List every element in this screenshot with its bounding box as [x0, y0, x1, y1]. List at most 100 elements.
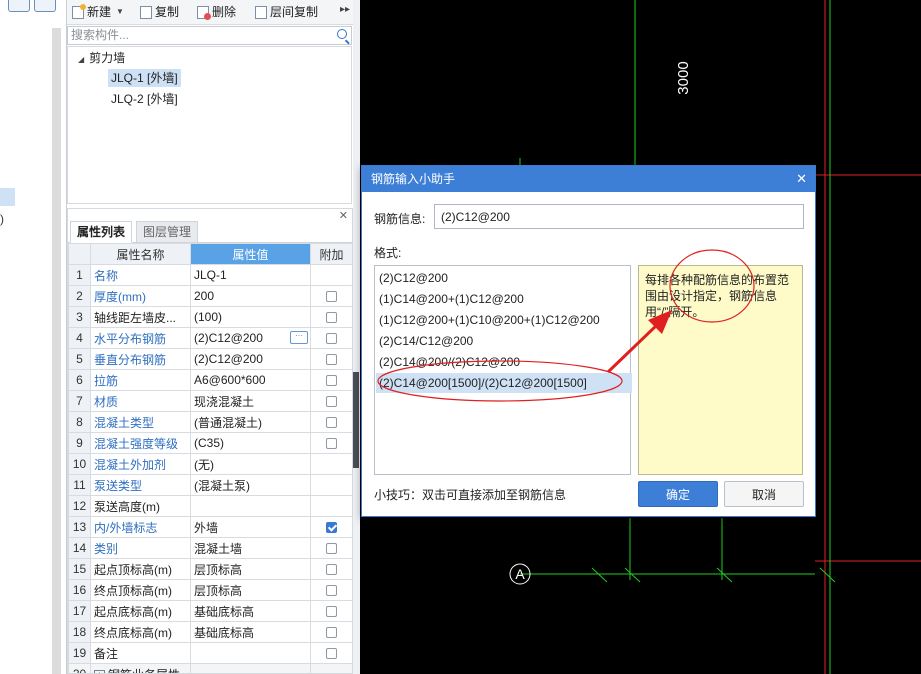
search-input[interactable] [68, 27, 324, 43]
checkbox-icon[interactable] [326, 564, 337, 576]
property-value[interactable] [190, 663, 311, 673]
left-toggle-button-2[interactable] [34, 0, 56, 12]
property-row[interactable]: 20+钢筋业务属性 [68, 663, 352, 673]
copy-button[interactable]: 复制 [140, 4, 179, 20]
close-icon[interactable]: ✕ [796, 166, 807, 192]
property-value-text: A6@600*600 [194, 373, 266, 387]
property-value[interactable]: 基础底标高 [190, 621, 311, 643]
checkbox-icon[interactable] [326, 627, 337, 639]
checkbox-icon[interactable] [326, 438, 337, 450]
expand-icon[interactable]: + [94, 669, 105, 673]
checkbox-icon[interactable] [326, 333, 337, 345]
ok-button[interactable]: 确定 [638, 481, 718, 507]
property-value[interactable]: 层顶标高 [190, 579, 311, 601]
chevron-down-icon[interactable]: ▼ [116, 4, 124, 20]
search-icon[interactable] [337, 29, 347, 39]
property-value[interactable]: JLQ-1 [190, 264, 311, 286]
tree-item-jlq-1[interactable]: JLQ-1 [外墙] [108, 69, 181, 87]
checkbox-icon[interactable] [326, 417, 337, 429]
format-item[interactable]: (2)C14/C12@200 [379, 331, 473, 351]
property-row[interactable]: 5 垂直分布钢筋 (2)C12@200 [68, 348, 352, 370]
format-item[interactable]: (1)C14@200+(1)C12@200 [379, 289, 524, 309]
component-toolbar: 新建 ▼ 复制 删除 层间复制 ▸▸ [67, 0, 353, 25]
property-row[interactable]: 6 拉筋 A6@600*600 [68, 369, 352, 391]
property-value[interactable]: 外墙 [190, 516, 311, 538]
property-value-text: (混凝土泵) [194, 478, 250, 493]
left-scrollbar[interactable] [52, 28, 61, 674]
property-value[interactable]: (2)C12@200 ··· [190, 327, 311, 349]
ellipsis-icon[interactable]: ··· [290, 331, 308, 344]
format-item[interactable]: (1)C12@200+(1)C10@200+(1)C12@200 [379, 310, 600, 330]
property-value[interactable]: (混凝土泵) [190, 474, 311, 496]
property-row[interactable]: 4 水平分布钢筋 (2)C12@200 ··· [68, 327, 352, 349]
row-number: 13 [68, 516, 91, 538]
tree-item-jlq-2[interactable]: JLQ-2 [外墙] [108, 90, 181, 108]
property-value[interactable] [190, 642, 311, 664]
tip-text: 小技巧：双击可直接添加至钢筋信息 [374, 488, 567, 502]
format-item[interactable]: (2)C14@200/(2)C12@200 [379, 352, 520, 372]
property-value[interactable]: (100) [190, 306, 311, 328]
splitter-grip[interactable] [353, 372, 359, 468]
property-value[interactable]: 200 [190, 285, 311, 307]
row-number: 12 [68, 495, 91, 517]
property-value[interactable]: A6@600*600 [190, 369, 311, 391]
property-value[interactable]: (无) [190, 453, 311, 475]
property-value[interactable]: 现浇混凝土 [190, 390, 311, 412]
checkbox-icon[interactable] [326, 291, 337, 303]
property-row[interactable]: 2 厚度(mm) 200 [68, 285, 352, 307]
layer-copy-button[interactable]: 层间复制 [255, 4, 318, 20]
delete-button[interactable]: 删除 [197, 4, 236, 20]
checkbox-icon[interactable] [326, 354, 337, 366]
cancel-button[interactable]: 取消 [724, 481, 804, 507]
rebar-info-input[interactable] [434, 204, 804, 229]
panel-splitter[interactable] [353, 0, 360, 674]
property-value-text: (无) [194, 457, 214, 472]
column-header-value[interactable]: 属性值 [190, 243, 311, 265]
property-row[interactable]: 11 泵送类型 (混凝土泵) [68, 474, 352, 496]
property-value[interactable]: (普通混凝土) [190, 411, 311, 433]
property-value-text: (2)C12@200 [194, 352, 263, 366]
left-toggle-button-1[interactable] [8, 0, 30, 12]
more-icon[interactable]: ▸▸ [340, 4, 350, 15]
tab-property-list[interactable]: 属性列表 [70, 221, 133, 243]
property-row[interactable]: 3 轴线距左墙皮... (100) [68, 306, 352, 328]
new-button[interactable]: 新建 ▼ [72, 3, 124, 20]
checkbox-icon[interactable] [326, 585, 337, 597]
property-value[interactable] [190, 495, 311, 517]
left-selected-item[interactable] [0, 188, 15, 206]
property-row[interactable]: 10 混凝土外加剂 (无) [68, 453, 352, 475]
expand-arrow-icon[interactable]: ◢ [78, 51, 84, 69]
property-row[interactable]: 19 备注 [68, 642, 352, 664]
column-header-name[interactable]: 属性名称 [90, 243, 191, 265]
property-row[interactable]: 7 材质 现浇混凝土 [68, 390, 352, 412]
property-value[interactable]: (2)C12@200 [190, 348, 311, 370]
property-row[interactable]: 1 名称 JLQ-1 [68, 264, 352, 286]
checkbox-icon[interactable] [326, 543, 337, 555]
checkbox-icon[interactable] [326, 606, 337, 618]
checkbox-icon[interactable] [326, 648, 337, 660]
property-row[interactable]: 12 泵送高度(m) [68, 495, 352, 517]
property-row[interactable]: 15 起点顶标高(m) 层顶标高 [68, 558, 352, 580]
checkbox-icon[interactable] [326, 312, 337, 324]
checkbox-icon[interactable] [326, 396, 337, 408]
property-value[interactable]: 基础底标高 [190, 600, 311, 622]
property-row[interactable]: 8 混凝土类型 (普通混凝土) [68, 411, 352, 433]
checkbox-icon[interactable] [326, 522, 337, 534]
property-row[interactable]: 13 内/外墙标志 外墙 [68, 516, 352, 538]
format-item[interactable]: (2)C14@200[1500]/(2)C12@200[1500] [376, 373, 632, 393]
property-row[interactable]: 9 混凝土强度等级 (C35) [68, 432, 352, 454]
format-item[interactable]: (2)C12@200 [379, 268, 448, 288]
tab-layer-manager[interactable]: 图层管理 [136, 221, 199, 243]
property-value[interactable]: 层顶标高 [190, 558, 311, 580]
property-row[interactable]: 16 终点顶标高(m) 层顶标高 [68, 579, 352, 601]
tree-node-shear-wall[interactable]: ◢ 剪力墙 [78, 49, 125, 67]
property-row[interactable]: 18 终点底标高(m) 基础底标高 [68, 621, 352, 643]
column-header-extra[interactable]: 附加 [310, 243, 352, 265]
property-value[interactable]: (C35) [190, 432, 311, 454]
checkbox-icon[interactable] [326, 375, 337, 387]
property-value[interactable]: 混凝土墙 [190, 537, 311, 559]
property-row[interactable]: 17 起点底标高(m) 基础底标高 [68, 600, 352, 622]
dialog-titlebar[interactable]: 钢筋输入小助手 ✕ [362, 166, 815, 192]
property-row[interactable]: 14 类别 混凝土墙 [68, 537, 352, 559]
row-number: 2 [68, 285, 91, 307]
